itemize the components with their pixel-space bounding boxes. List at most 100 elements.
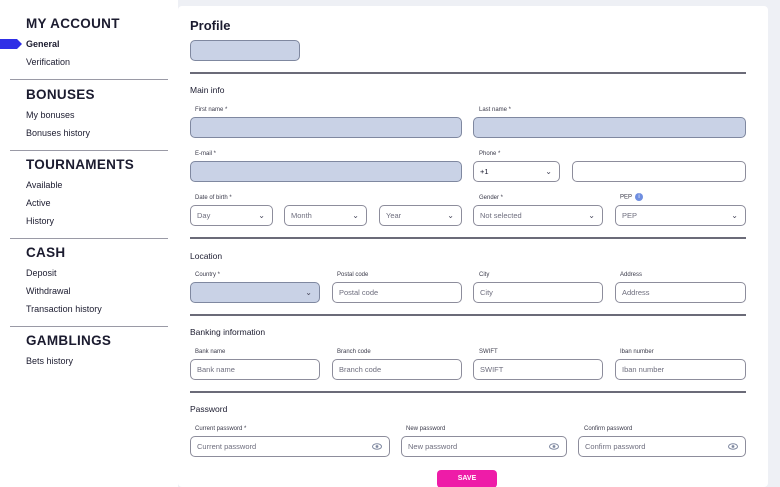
first-name-label: First name * <box>195 107 228 113</box>
pep-value: PEP <box>622 211 638 220</box>
sidebar-item-verification[interactable]: Verification <box>10 53 168 71</box>
dob-year-select[interactable]: Year ⌄ <box>379 205 462 226</box>
section-title-my-account: MY ACCOUNT <box>26 16 120 31</box>
date-of-birth-label: Date of birth * <box>195 195 232 201</box>
new-password-label: New password <box>406 426 446 432</box>
new-password-placeholder: New password <box>408 442 458 451</box>
sidebar-item-my-bonuses[interactable]: My bonuses <box>10 106 168 124</box>
gender-select[interactable]: Not selected ⌄ <box>473 205 603 226</box>
country-select[interactable]: ⌄ <box>190 282 320 303</box>
postal-code-field[interactable]: Postal code <box>332 282 462 303</box>
branch-code-label: Branch code <box>337 349 371 355</box>
section-my-account: MY ACCOUNT General Verification <box>0 16 168 71</box>
last-name-label: Last name * <box>479 107 512 113</box>
iban-field[interactable]: Iban number <box>615 359 746 380</box>
divider <box>10 150 168 151</box>
section-heading-banking: Banking information <box>190 327 266 337</box>
country-label: Country * <box>195 272 221 278</box>
chevron-down-icon: ⌄ <box>447 211 454 220</box>
email-field[interactable] <box>190 161 462 182</box>
phone-code-value: +1 <box>480 167 489 176</box>
current-password-placeholder: Current password <box>197 442 257 451</box>
gender-value: Not selected <box>480 211 522 220</box>
current-password-field[interactable]: Current password <box>190 436 390 457</box>
eye-icon[interactable] <box>549 442 559 451</box>
chevron-down-icon: ⌄ <box>352 211 359 220</box>
dob-day-value: Day <box>197 211 211 220</box>
eye-icon[interactable] <box>372 442 382 451</box>
section-title-tournaments: TOURNAMENTS <box>26 157 135 172</box>
chevron-down-icon: ⌄ <box>545 167 552 176</box>
divider <box>190 314 746 316</box>
sidebar-item-bets-history[interactable]: Bets history <box>10 352 168 370</box>
sidebar-item-history[interactable]: History <box>10 212 168 230</box>
section-cash: CASH Deposit Withdrawal Transaction hist… <box>10 245 168 318</box>
account-sidebar: MY ACCOUNT General Verification BONUSES … <box>0 0 178 487</box>
chevron-down-icon: ⌄ <box>588 211 595 220</box>
city-label: City <box>479 272 490 278</box>
dob-month-select[interactable]: Month ⌄ <box>284 205 367 226</box>
section-title-gamblings: GAMBLINGS <box>26 333 112 348</box>
address-label: Address <box>620 272 643 278</box>
sidebar-item-deposit[interactable]: Deposit <box>10 264 168 282</box>
dob-month-value: Month <box>291 211 312 220</box>
sidebar-item-label: General <box>26 39 60 49</box>
section-gamblings: GAMBLINGS Bets history <box>10 333 168 370</box>
sidebar-item-withdrawal[interactable]: Withdrawal <box>10 282 168 300</box>
confirm-password-label: Confirm password <box>584 426 633 432</box>
sidebar-item-bonuses-history[interactable]: Bonuses history <box>10 124 168 142</box>
divider <box>10 326 168 327</box>
last-name-field[interactable] <box>473 117 746 138</box>
phone-code-select[interactable]: +1 ⌄ <box>473 161 560 182</box>
swift-label: SWIFT <box>479 349 498 355</box>
new-password-field[interactable]: New password <box>401 436 567 457</box>
chevron-down-icon: ⌄ <box>731 211 738 220</box>
chevron-down-icon: ⌄ <box>305 288 312 297</box>
profile-panel: Profile Main info First name * Last name… <box>178 6 768 487</box>
email-label: E-mail * <box>195 151 217 157</box>
section-heading-location: Location <box>190 251 223 261</box>
confirm-password-placeholder: Confirm password <box>585 442 646 451</box>
divider <box>10 238 168 239</box>
divider <box>10 79 168 80</box>
sidebar-item-available[interactable]: Available <box>10 176 168 194</box>
section-tournaments: TOURNAMENTS Available Active History <box>10 157 168 230</box>
iban-label: Iban number <box>620 349 654 355</box>
eye-icon[interactable] <box>728 442 738 451</box>
section-bonuses: BONUSES My bonuses Bonuses history <box>10 87 168 142</box>
divider <box>190 391 746 393</box>
active-arrow-icon <box>0 39 22 49</box>
pep-label: PEP i <box>620 193 644 201</box>
save-button[interactable]: SAVE <box>437 470 497 487</box>
pep-label-text: PEP <box>620 194 633 201</box>
first-name-field[interactable] <box>190 117 462 138</box>
swift-field[interactable]: SWIFT <box>473 359 603 380</box>
address-field[interactable]: Address <box>615 282 746 303</box>
chevron-down-icon: ⌄ <box>258 211 265 220</box>
phone-label: Phone * <box>479 151 501 157</box>
divider <box>190 72 746 74</box>
section-title-cash: CASH <box>26 245 66 260</box>
sidebar-item-transaction-history[interactable]: Transaction history <box>10 300 168 318</box>
info-icon[interactable]: i <box>635 193 644 201</box>
dob-year-value: Year <box>386 211 402 220</box>
sidebar-item-active[interactable]: Active <box>10 194 168 212</box>
branch-code-field[interactable]: Branch code <box>332 359 462 380</box>
city-field[interactable]: City <box>473 282 603 303</box>
confirm-password-field[interactable]: Confirm password <box>578 436 746 457</box>
phone-number-field[interactable] <box>572 161 746 182</box>
bank-name-label: Bank name <box>195 349 226 355</box>
avatar-name-field[interactable] <box>190 40 300 61</box>
section-title-bonuses: BONUSES <box>26 87 95 102</box>
section-heading-password: Password <box>190 404 228 414</box>
postal-code-label: Postal code <box>337 272 369 278</box>
gender-label: Gender * <box>479 195 504 201</box>
divider <box>190 237 746 239</box>
section-heading-main-info: Main info <box>190 85 225 95</box>
page-title: Profile <box>190 18 231 33</box>
sidebar-item-general[interactable]: General <box>0 35 168 53</box>
pep-select[interactable]: PEP ⌄ <box>615 205 746 226</box>
current-password-label: Current password * <box>195 426 247 432</box>
dob-day-select[interactable]: Day ⌄ <box>190 205 273 226</box>
bank-name-field[interactable]: Bank name <box>190 359 320 380</box>
